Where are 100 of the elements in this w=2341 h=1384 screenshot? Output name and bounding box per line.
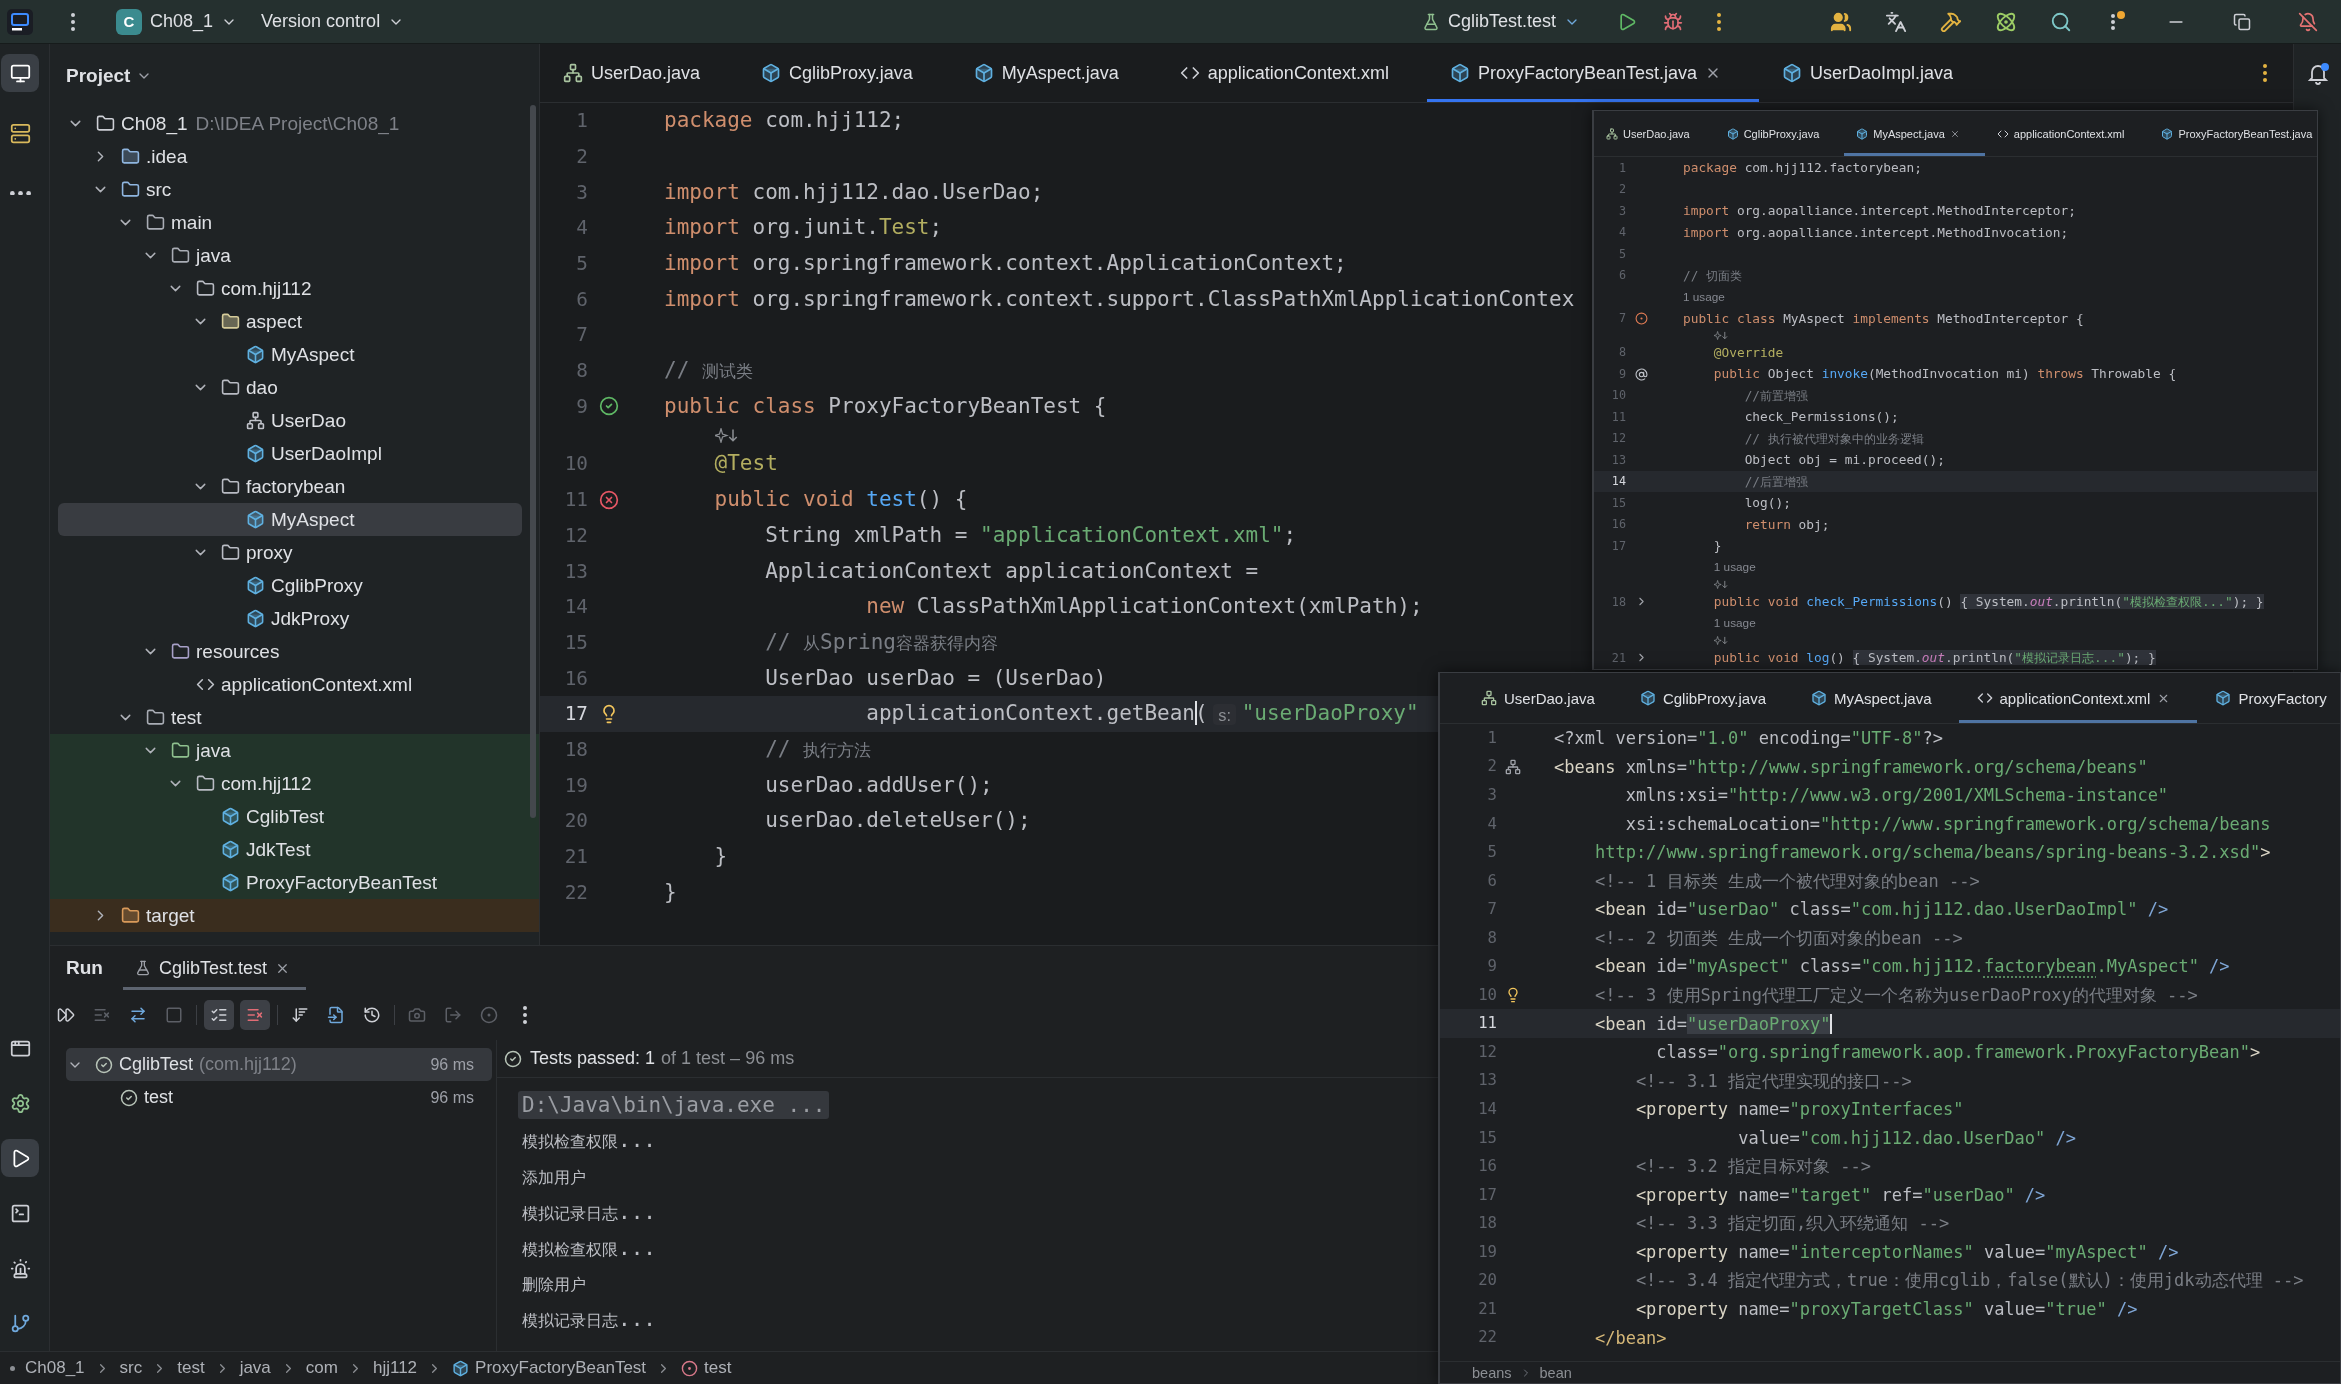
run-config-selector[interactable]: CglibTest.test [1420,4,1604,39]
folder-icon [171,741,190,760]
editor-tab[interactable]: MyAspect.java [1793,673,1959,723]
at-sign-icon[interactable] [1635,367,1648,381]
editor-tab[interactable]: CglibProxy.java [1714,111,1845,156]
line-number: 16 [1611,517,1626,532]
sparkle-arrow-icon[interactable] [714,427,739,443]
breadcrumb-item[interactable]: ProxyFactoryBeanTest [452,1358,647,1378]
cube-icon [246,576,265,595]
language-icon[interactable] [1884,10,1907,33]
people-icon[interactable] [1829,10,1852,33]
tool-window-button[interactable] [1,54,39,92]
tree-item[interactable]: dao [58,371,522,404]
line-number: 10 [564,452,588,476]
editor-tab[interactable]: CglibProxy.java [738,44,951,102]
tree-item[interactable]: java [58,734,522,767]
hammer-icon[interactable] [1939,10,1962,33]
vcs-menu[interactable]: Version control [261,4,405,39]
breadcrumb-item[interactable]: test [681,1358,732,1378]
tool-window-button[interactable] [1,1139,39,1177]
view-selector[interactable]: Project [66,64,153,87]
tree-item[interactable]: .idea [58,140,522,173]
line-number: 18 [1611,594,1626,609]
editor-tab[interactable]: MyAspect.java [1844,111,1985,156]
tree-item[interactable]: target [58,899,522,932]
editor-tab[interactable]: CglibProxy.java [1621,673,1793,723]
sparkle-arrow-icon[interactable] [1713,636,1729,645]
more-icon[interactable] [2263,64,2267,82]
tree-item[interactable]: com.hjj112 [58,272,522,305]
tree-item[interactable]: CglibProxy [58,569,522,602]
editor-tab[interactable]: applicationContext.xml [1984,111,2150,156]
test-item[interactable]: CglibTest (com.hjj112) 96 ms [66,1048,492,1081]
editor-tab[interactable]: UserDao.java [540,44,739,102]
logo-icon[interactable] [7,8,33,35]
fast-forward-icon [57,1006,75,1024]
sparkle-arrow-icon[interactable] [1713,330,1729,340]
folder-icon [121,906,140,925]
check-circle-icon[interactable] [599,396,619,417]
line-number: 14 [564,595,588,619]
tree-item[interactable]: com.hjj112 [58,767,522,800]
project-menu[interactable]: C Ch08_1 [116,4,238,39]
tree-item[interactable]: java [58,239,522,272]
tree-item[interactable]: applicationContext.xml [58,668,522,701]
tree-item[interactable]: proxy [58,536,522,569]
tree-item[interactable]: UserDao [58,404,522,437]
sparkle-arrow-icon[interactable] [1713,580,1729,590]
tree-item[interactable]: resources [58,635,522,668]
breadcrumb-item[interactable]: src [119,1358,143,1378]
editor-tab[interactable]: applicationContext.xml [1156,44,1427,102]
network-icon[interactable] [1505,758,1521,775]
editor-tab[interactable]: UserDao.java [1463,673,1622,723]
editor-tab[interactable]: ProxyFactory [2197,673,2341,723]
tree-item[interactable]: JdkProxy [58,602,522,635]
tree-item[interactable]: main [58,206,522,239]
bell-off-icon[interactable] [2298,11,2318,32]
run-tab[interactable]: CglibTest.test [122,946,306,990]
menu-icon[interactable] [71,12,75,31]
usage-hint[interactable]: 1 usage [1713,616,1756,631]
editor-tab[interactable]: MyAspect.java [950,44,1157,102]
atom-icon[interactable] [1994,10,2017,33]
bug-icon[interactable] [1663,11,1683,32]
tree-item[interactable]: UserDaoImpl [58,437,522,470]
breadcrumb-item[interactable]: java [239,1358,271,1378]
tree-item[interactable]: MyAspect [58,338,522,371]
breadcrumb-item[interactable]: beans [1472,1364,1512,1381]
usage-hint[interactable]: 1 usage [1713,560,1756,575]
tree-item[interactable]: MyAspect [58,503,522,536]
search-icon[interactable] [2049,10,2072,33]
tree-item[interactable]: JdkTest [58,833,522,866]
tree-item[interactable]: test [58,701,522,734]
breadcrumb-item[interactable]: hjj112 [372,1358,418,1378]
toolbar-button[interactable] [204,1000,234,1030]
usage-hint[interactable]: 1 usage [1683,289,1725,304]
restore-icon[interactable] [2233,12,2251,31]
editor-tab[interactable]: UserDao.java [1594,111,1715,156]
test-item[interactable]: test 96 ms [66,1081,492,1114]
console-command[interactable]: D:\Java\bin\java.exe ... [518,1090,830,1119]
circle-dot-icon[interactable] [1635,311,1648,325]
tree-item[interactable]: ProxyFactoryBeanTest [58,866,522,899]
x-circle-icon[interactable] [599,489,619,510]
breadcrumb-item[interactable]: com [305,1358,338,1378]
toolbar-button[interactable] [240,1000,270,1030]
breadcrumb-item[interactable]: Ch08_1 [25,1358,85,1378]
bell-icon[interactable] [2305,62,2330,86]
scrollbar-thumb[interactable] [530,105,536,818]
close-icon[interactable] [1949,128,1960,139]
more-icon[interactable] [1717,12,1721,31]
editor-tab[interactable]: ProxyFactoryBeanTest.java [2149,111,2338,156]
editor-tab[interactable]: ProxyFactoryBeanTest.java [1426,44,1759,102]
editor-tab[interactable]: applicationContext.xml [1958,673,2198,723]
breadcrumb-item[interactable]: bean [1539,1364,1572,1381]
tree-item[interactable]: Ch08_1 D:\IDEA Project\Ch08_1 [58,107,522,140]
editor-tab[interactable]: UserDaoImpl.java [1759,44,1992,102]
tree-item[interactable]: aspect [58,305,522,338]
play-icon[interactable] [1617,11,1637,32]
breadcrumb-item[interactable]: test [177,1358,205,1378]
lightbulb-icon[interactable] [1505,987,1521,1004]
tree-item[interactable]: src [58,173,522,206]
tree-item[interactable]: factorybean [58,470,522,503]
tree-item[interactable]: CglibTest [58,800,522,833]
